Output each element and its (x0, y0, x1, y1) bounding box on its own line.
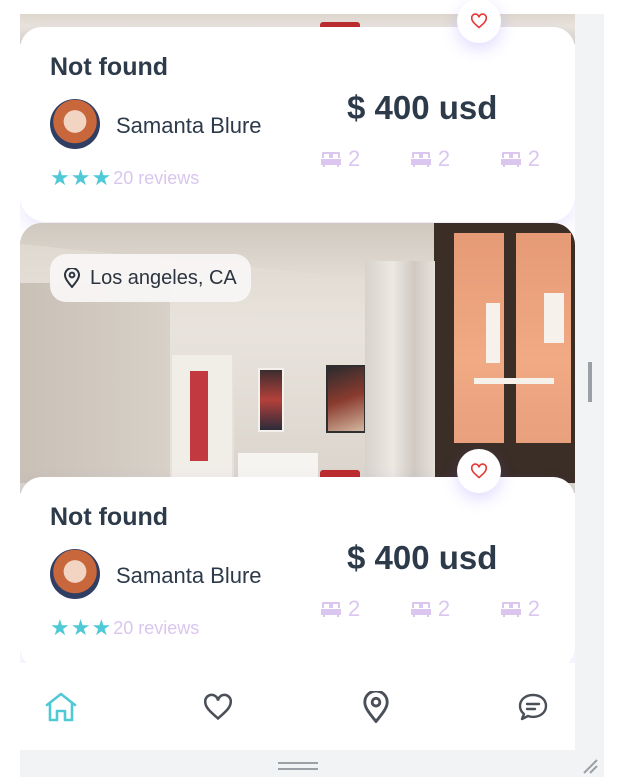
star-icon: ★ (70, 615, 91, 640)
feature-count: 2 (348, 146, 361, 171)
bed-icon (410, 602, 431, 617)
heart-icon (470, 13, 488, 29)
location-pin-icon (64, 268, 80, 288)
rating: ★ ★ ★ 20 reviews (50, 167, 199, 189)
location-pin-icon (363, 691, 389, 723)
resize-grip-icon[interactable] (580, 756, 598, 774)
listing-info: Not found Samanta Blure ★ ★ ★ 20 reviews… (20, 477, 575, 663)
listing-feed[interactable]: Not found Samanta Blure ★ ★ ★ 20 reviews… (20, 0, 575, 663)
star-icon: ★ (91, 615, 112, 640)
avatar (50, 549, 100, 599)
star-icon: ★ (50, 615, 70, 640)
star-icon: ★ (91, 165, 112, 190)
favorite-button[interactable] (457, 0, 501, 43)
star-icon: ★ (50, 165, 70, 190)
bed-icon (321, 602, 341, 617)
owner-name: Samanta Blure (116, 113, 262, 138)
nav-home[interactable] (41, 687, 81, 727)
features: 2 2 2 (320, 596, 540, 622)
feature-count: 2 (437, 596, 451, 621)
chat-icon (518, 693, 548, 721)
bottom-navigation (20, 663, 575, 750)
bottom-resize-handle[interactable] (278, 762, 318, 770)
nav-messages[interactable] (513, 687, 553, 727)
listing-title: Not found (50, 503, 169, 531)
feature-beds: 2 (410, 596, 450, 622)
bed-icon (500, 602, 521, 617)
price: $ 400 usd (347, 539, 498, 576)
avatar (50, 99, 100, 149)
bed-icon (410, 152, 431, 167)
price: $ 400 usd (347, 89, 498, 126)
rating: ★ ★ ★ 20 reviews (50, 617, 199, 639)
nav-favorites[interactable] (198, 687, 238, 727)
features: 2 2 2 (320, 146, 540, 172)
side-resize-handle[interactable] (588, 362, 592, 402)
feature-count: 2 (348, 596, 361, 621)
feature-beds: 2 (500, 596, 540, 622)
star-icon: ★ (70, 165, 91, 190)
heart-icon (470, 463, 488, 479)
feature-beds: 2 (320, 596, 360, 622)
listing-info: Not found Samanta Blure ★ ★ ★ 20 reviews… (20, 27, 575, 222)
reviews-count: 20 reviews (113, 167, 200, 188)
location-label: Los angeles, CA (90, 266, 237, 289)
feature-beds: 2 (500, 146, 540, 172)
listing-title: Not found (50, 53, 169, 81)
nav-map[interactable] (356, 687, 396, 727)
feature-beds: 2 (320, 146, 360, 172)
bed-icon (500, 152, 521, 167)
feature-count: 2 (527, 146, 540, 171)
bed-icon (321, 152, 341, 167)
feature-count: 2 (527, 596, 540, 621)
feature-beds: 2 (410, 146, 450, 172)
location-chip[interactable]: Los angeles, CA (50, 254, 251, 302)
heart-icon (204, 693, 232, 721)
home-icon (45, 692, 77, 722)
reviews-count: 20 reviews (113, 617, 200, 638)
favorite-button[interactable] (457, 449, 501, 493)
feature-count: 2 (437, 146, 451, 171)
owner-name: Samanta Blure (116, 563, 262, 588)
